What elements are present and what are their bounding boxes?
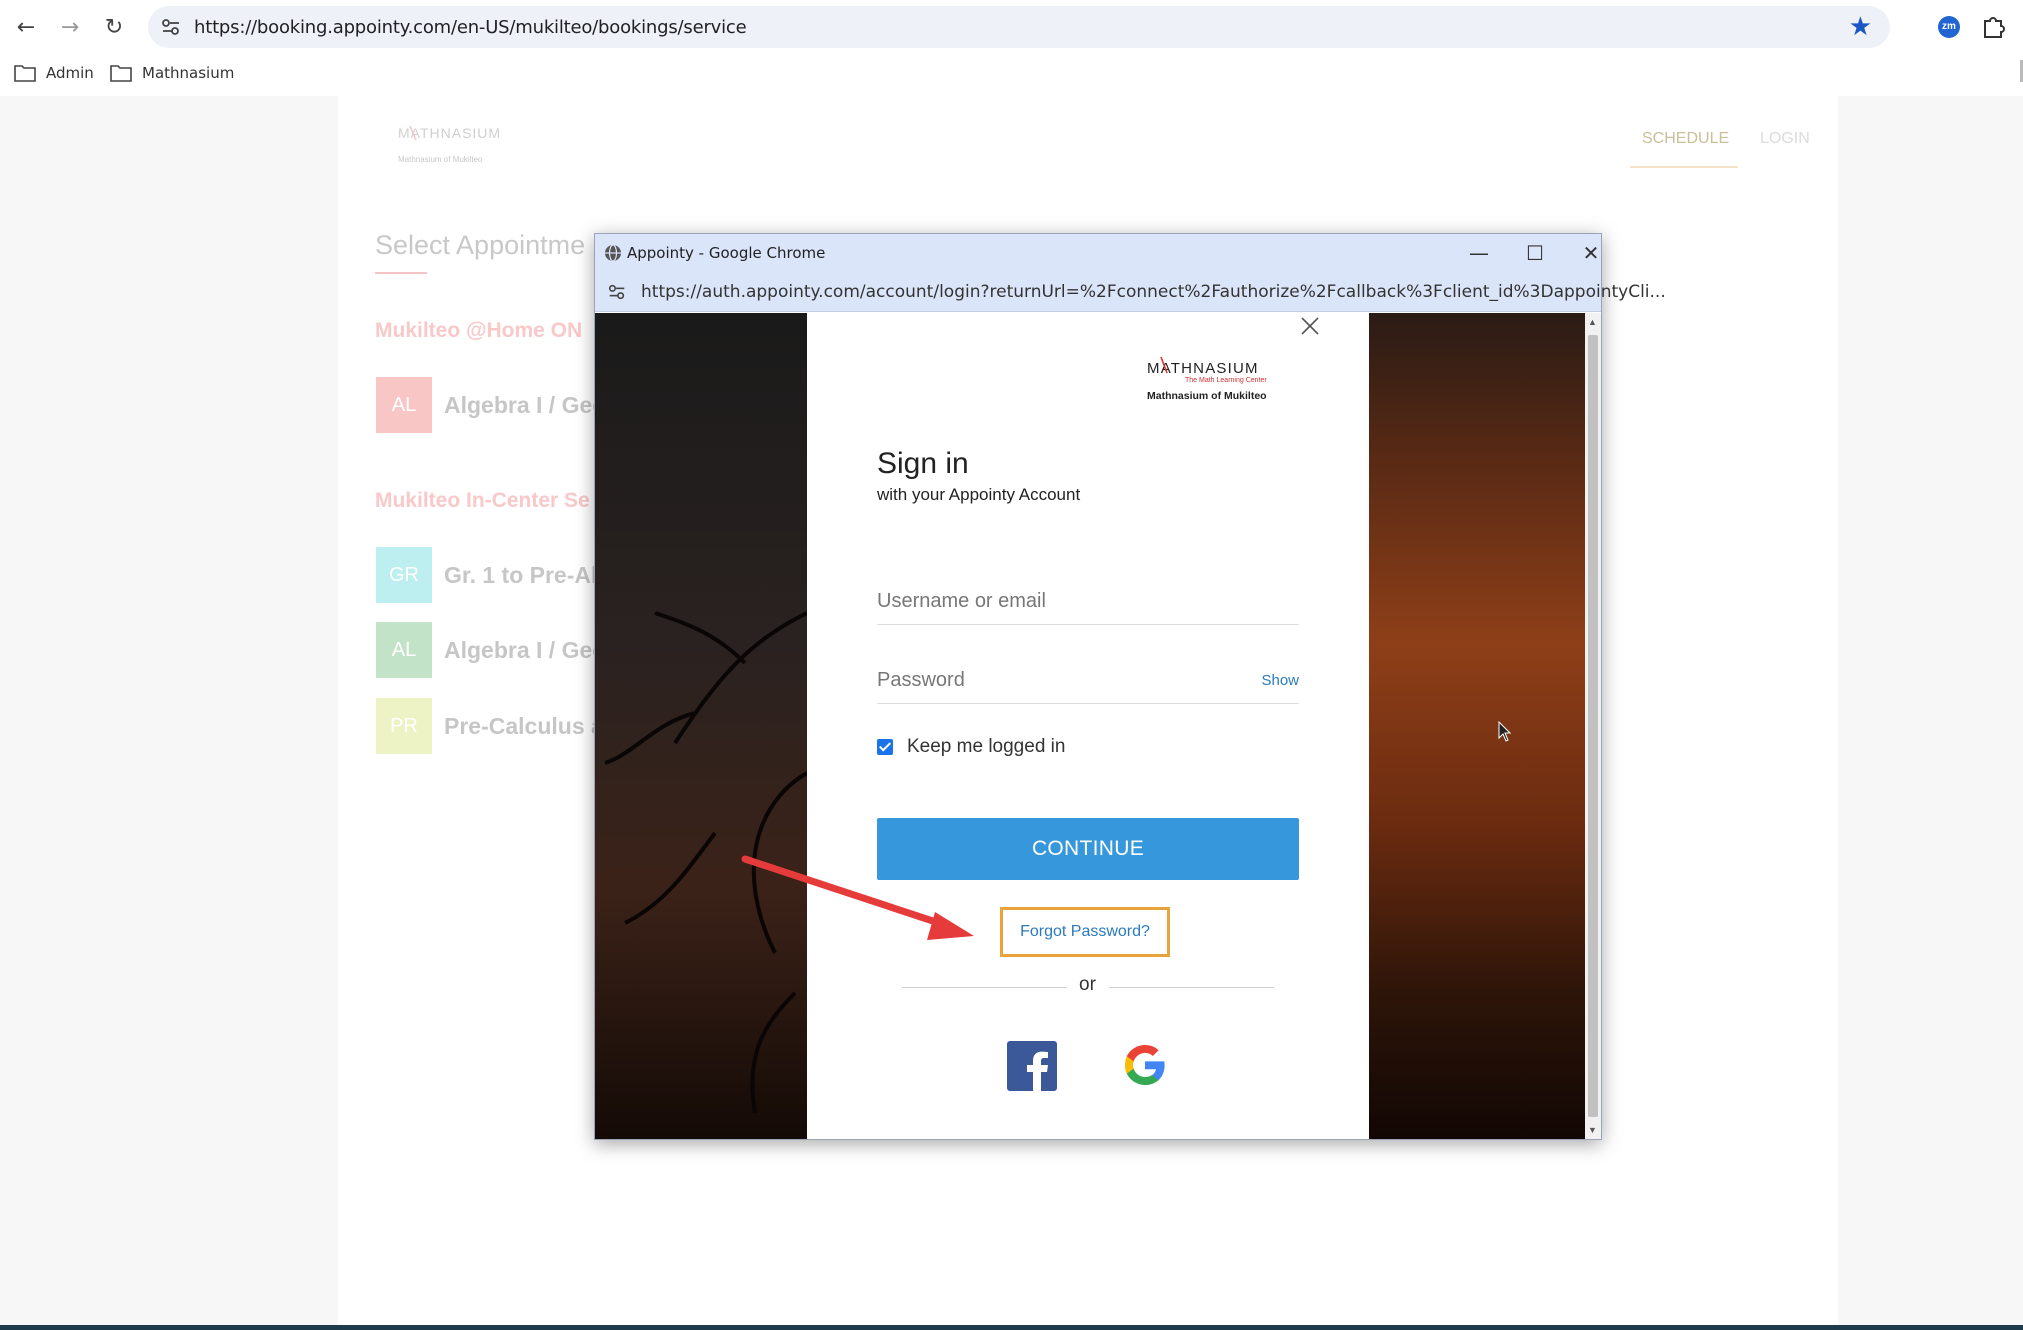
logo-tagline: The Math Learning Center [1185, 377, 1267, 384]
site-settings-icon[interactable] [607, 282, 627, 302]
password-input[interactable] [877, 660, 1299, 700]
section-heading: Mukilteo @Home ON [375, 319, 583, 342]
nav-schedule[interactable]: SCHEDULE [1642, 130, 1729, 148]
service-label: Algebra I / Geo [444, 636, 607, 663]
popup-title-bar: Appointy - Google Chrome — ☐ ✕ [595, 234, 1601, 272]
reload-icon[interactable]: ↻ [100, 14, 128, 42]
title-underline [375, 272, 427, 274]
service-item[interactable]: AL Algebra I / Geo [376, 377, 606, 433]
address-url[interactable]: https://booking.appointy.com/en-US/mukil… [194, 17, 747, 38]
bookmark-label: Admin [46, 64, 94, 82]
mouse-cursor-icon [1498, 721, 1512, 742]
extensions-icon[interactable] [1981, 13, 2007, 39]
popup-scrollbar[interactable]: ▲ ▼ [1585, 313, 1601, 1139]
maximize-icon[interactable]: ☐ [1515, 238, 1555, 268]
active-tab-indicator [1630, 166, 1738, 168]
service-badge: AL [376, 377, 432, 433]
show-password-link[interactable]: Show [1261, 672, 1299, 689]
popup-viewport: MATHNASIUM The Math Learning Center Math… [595, 313, 1601, 1139]
service-item[interactable]: AL Algebra I / Geo [376, 622, 606, 678]
signin-subheading: with your Appointy Account [877, 485, 1081, 504]
continue-button[interactable]: CONTINUE [877, 818, 1299, 880]
popup-url[interactable]: https://auth.appointy.com/account/login?… [641, 282, 1666, 302]
logo-caption: Mathnasium of Mukilteo [398, 155, 483, 164]
bookmark-star-icon[interactable]: ★ [1849, 12, 1872, 42]
close-icon[interactable] [1297, 313, 1323, 339]
service-label: Gr. 1 to Pre-Al [444, 561, 598, 588]
service-badge: PR [376, 698, 432, 754]
logo-location: Mathnasium of Mukilteo [1147, 390, 1267, 402]
site-settings-icon[interactable] [160, 16, 182, 38]
service-label: Algebra I / Geo [444, 391, 607, 418]
service-label: Pre-Calculus a [444, 712, 604, 739]
google-icon[interactable] [1121, 1041, 1169, 1089]
zoom-extension-icon[interactable]: zm [1938, 16, 1960, 38]
mathnasium-logo: MATHNASIUM Mathnasium of Mukilteo [398, 125, 500, 164]
browser-toolbar: ← → ↻ https://booking.appointy.com/en-US… [0, 0, 2023, 56]
mathnasium-logo: MATHNASIUM The Math Learning Center Math… [1147, 356, 1267, 402]
username-field[interactable] [877, 581, 1299, 625]
keep-logged-in-label: Keep me logged in [907, 736, 1066, 757]
divider-right [1109, 987, 1274, 988]
scroll-down-icon[interactable]: ▼ [1588, 1125, 1597, 1135]
nav-login[interactable]: LOGIN [1760, 130, 1810, 148]
minimize-icon[interactable]: — [1459, 238, 1499, 268]
branch-silhouette [604, 611, 807, 1114]
globe-icon [605, 244, 621, 262]
signin-card: MATHNASIUM The Math Learning Center Math… [807, 313, 1369, 1139]
page-title: Select Appointme [375, 230, 586, 260]
bookmark-folder-admin[interactable]: Admin [14, 64, 94, 82]
login-popup-window: Appointy - Google Chrome — ☐ ✕ https://a… [594, 233, 1666, 1140]
password-field[interactable]: Show [877, 660, 1299, 704]
keep-logged-in-checkbox[interactable] [877, 739, 893, 755]
popup-window-title: Appointy - Google Chrome [627, 244, 826, 262]
taskbar-edge [0, 1325, 2023, 1330]
forgot-password-link[interactable]: Forgot Password? [1003, 923, 1167, 941]
bookmarks-bar: Admin Mathnasium [0, 56, 2023, 96]
service-item[interactable]: PR Pre-Calculus a [376, 698, 604, 754]
service-badge: AL [376, 622, 432, 678]
folder-icon [110, 65, 132, 82]
folder-icon [14, 65, 36, 82]
divider-left [902, 987, 1067, 988]
signin-heading: Sign in [877, 447, 969, 480]
close-window-icon[interactable]: ✕ [1571, 238, 1611, 268]
scroll-up-icon[interactable]: ▲ [1588, 317, 1597, 327]
scrollbar-thumb[interactable] [1588, 335, 1598, 1117]
or-separator: or [1079, 974, 1096, 995]
bookmark-label: Mathnasium [142, 64, 235, 82]
keep-logged-in-option[interactable]: Keep me logged in [877, 736, 1065, 758]
service-item[interactable]: GR Gr. 1 to Pre-Al [376, 547, 597, 603]
service-badge: GR [376, 547, 432, 603]
username-input[interactable] [877, 581, 1299, 621]
back-icon[interactable]: ← [12, 14, 40, 42]
address-bar[interactable]: https://booking.appointy.com/en-US/mukil… [148, 6, 1890, 48]
facebook-icon[interactable] [1007, 1041, 1057, 1091]
section-heading: Mukilteo In-Center Se [375, 489, 590, 512]
forgot-password-highlight: Forgot Password? [1000, 907, 1170, 957]
forward-icon[interactable]: → [56, 14, 84, 42]
popup-address-bar[interactable]: https://auth.appointy.com/account/login?… [595, 272, 1666, 312]
bookmark-folder-mathnasium[interactable]: Mathnasium [110, 64, 234, 82]
